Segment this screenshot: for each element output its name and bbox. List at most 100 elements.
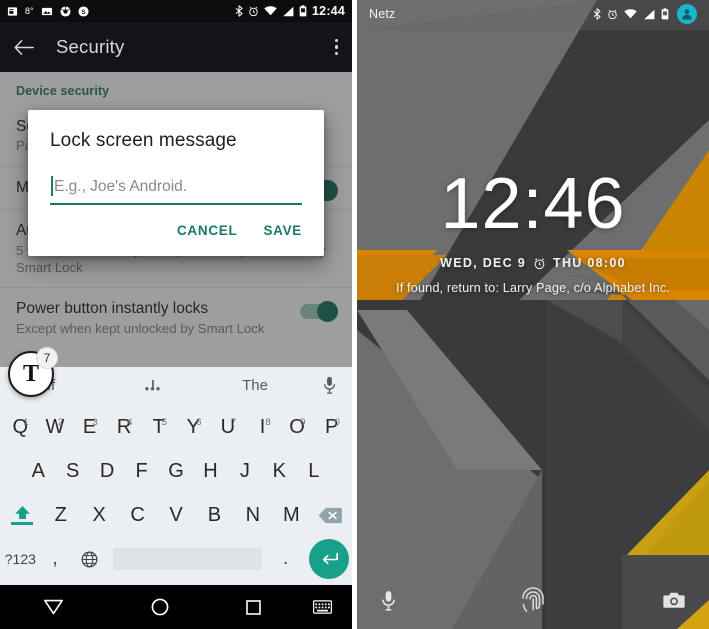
key-num: 0 [334,416,340,428]
key-num: 6 [196,416,202,428]
bluetooth-icon [593,8,601,20]
key-space[interactable] [113,548,263,570]
key-y[interactable]: 6Y [176,416,211,439]
home-circle-icon[interactable] [107,598,214,616]
on-screen-keyboard: If I ••• The 1Q 2W 3E 4R 5T 6Y [0,367,352,585]
voice-input-icon[interactable] [306,376,352,394]
dialog-title: Lock screen message [50,130,237,151]
recents-square-icon[interactable] [213,599,293,615]
key-num: 5 [161,416,167,428]
key-t[interactable]: 5T [141,416,176,439]
key-num: 9 [300,416,306,428]
key-m[interactable]: M [272,504,310,527]
signal-icon [282,6,294,17]
key-o[interactable]: 9O [280,416,315,439]
lock-clock: 12:46 [440,164,626,244]
wallpaper [357,0,709,629]
chrome-icon [60,5,71,17]
keyboard-rows: 1Q 2W 3E 4R 5T 6Y 7U 8I 9O 0P A S D F G [0,403,352,581]
security-app-bar: Security [0,22,352,72]
back-arrow-icon[interactable] [14,39,34,56]
save-button[interactable]: SAVE [263,223,302,238]
dialog-input-field [50,176,302,205]
signal-icon [643,9,655,20]
key-w[interactable]: 2W [38,416,73,439]
status-left-icons: 8° S [7,5,89,17]
shift-lock-bar [11,522,34,525]
alarm-icon [248,6,259,17]
key-z[interactable]: Z [41,504,79,527]
key-x[interactable]: X [80,504,118,527]
notification-badge: 7 [36,347,58,369]
lock-screen-clock-area: 12:46 WED, DEC 9 THU 08:00 If found, ret… [357,168,709,295]
cancel-button[interactable]: CANCEL [177,223,237,238]
key-h[interactable]: H [193,460,227,483]
key-a[interactable]: A [21,460,55,483]
key-b[interactable]: B [195,504,233,527]
fingerprint-unlock[interactable] [482,586,583,614]
status-right-icons: 12:44 [235,4,345,18]
camera-icon [663,592,685,608]
carrier-label: Netz [369,7,396,21]
alarm-clock-icon [533,257,546,270]
key-d[interactable]: D [90,460,124,483]
key-num: 2 [57,416,64,428]
key-n[interactable]: N [234,504,272,527]
key-s[interactable]: S [55,460,89,483]
key-j[interactable]: J [228,460,262,483]
key-k[interactable]: K [262,460,296,483]
key-r[interactable]: 4R [107,416,142,439]
lock-screen-message-input[interactable] [50,178,302,205]
key-e[interactable]: 3E [72,416,107,439]
key-comma[interactable]: , [38,548,73,570]
microphone-icon [382,590,395,611]
key-l[interactable]: L [297,460,331,483]
nyt-logo-icon: T [22,361,39,387]
suggestion-3[interactable]: The [204,377,306,394]
key-q[interactable]: 1Q [3,416,38,439]
voice-assist-shortcut[interactable] [357,590,482,611]
bluetooth-icon [235,5,243,17]
lock-alarm-time: THU 08:00 [553,256,626,270]
key-c[interactable]: C [118,504,156,527]
key-v[interactable]: V [157,504,195,527]
wifi-icon [624,9,637,19]
shift-icon[interactable] [3,505,41,525]
keyboard-row-3: Z X C V B N M [3,493,349,537]
page-title: Security [56,36,125,57]
battery-icon [299,5,307,17]
user-avatar-icon[interactable] [677,4,697,24]
overflow-menu-icon[interactable] [334,39,338,55]
left-navigation-bar [0,585,352,629]
globe-language-icon[interactable] [72,551,107,568]
key-period[interactable]: . [268,548,303,570]
back-triangle-icon[interactable] [0,599,107,615]
key-p[interactable]: 0P [314,416,349,439]
right-status-bar: Netz [357,0,709,28]
key-g[interactable]: G [159,460,193,483]
lock-date-row: WED, DEC 9 THU 08:00 [357,256,709,270]
lock-screen-bottom-bar [357,571,709,629]
camera-shortcut[interactable] [584,591,709,609]
key-num: 3 [92,416,98,428]
key-num: 4 [127,416,133,428]
suggestion-expand-icon[interactable]: ••• [145,381,162,396]
fingerprint-icon [522,587,544,612]
skype-icon: S [78,5,89,17]
dialog-actions: CANCEL SAVE [50,205,302,248]
keyboard-icon[interactable] [293,600,352,614]
screenshot-stage: 8° S 12:44 Security Device security 5 Sm… [0,0,709,629]
lock-status-icons [593,4,697,24]
backspace-icon[interactable] [311,507,349,524]
text-caret [51,176,53,196]
key-f[interactable]: F [124,460,158,483]
nyt-chat-head[interactable]: T 7 [8,347,58,397]
suggestion-2[interactable]: I ••• [102,377,204,396]
key-num: 1 [23,416,29,428]
keyboard-row-4: ?123 , . [3,537,350,581]
enter-key-icon[interactable] [309,539,350,579]
key-symbols[interactable]: ?123 [3,551,38,567]
left-phone-security-settings: 8° S 12:44 Security Device security 5 Sm… [0,0,352,629]
key-i[interactable]: 8I [245,416,280,439]
key-u[interactable]: 7U [211,416,246,439]
